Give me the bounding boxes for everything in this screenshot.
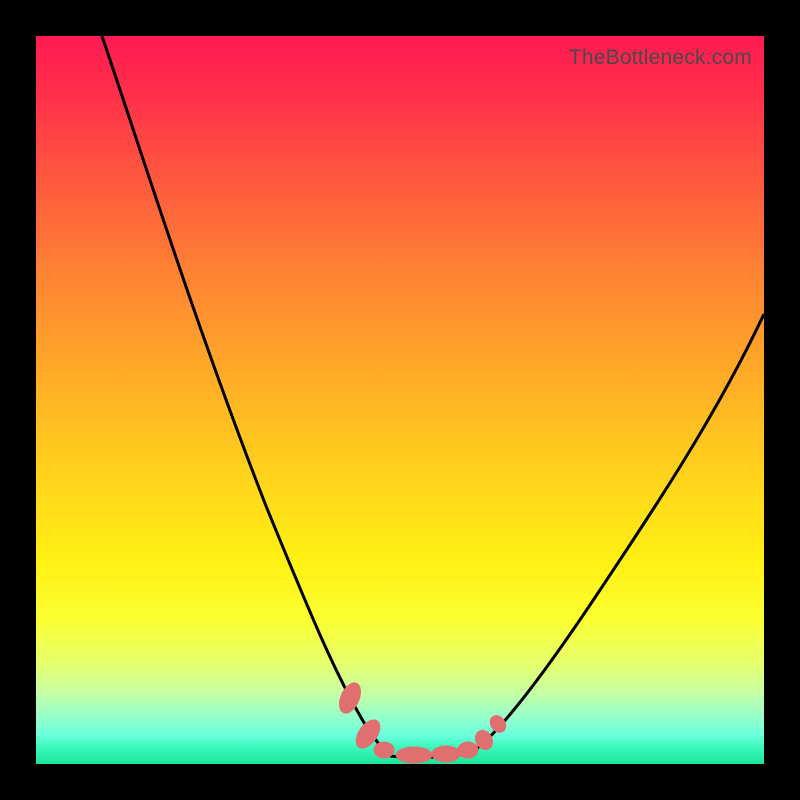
curves-svg <box>36 36 764 764</box>
chart-plot-area: TheBottleneck.com <box>36 36 764 764</box>
left-curve <box>102 36 386 752</box>
chart-frame: TheBottleneck.com <box>0 0 800 800</box>
highlight-dots <box>335 680 509 763</box>
right-curve <box>472 314 764 752</box>
